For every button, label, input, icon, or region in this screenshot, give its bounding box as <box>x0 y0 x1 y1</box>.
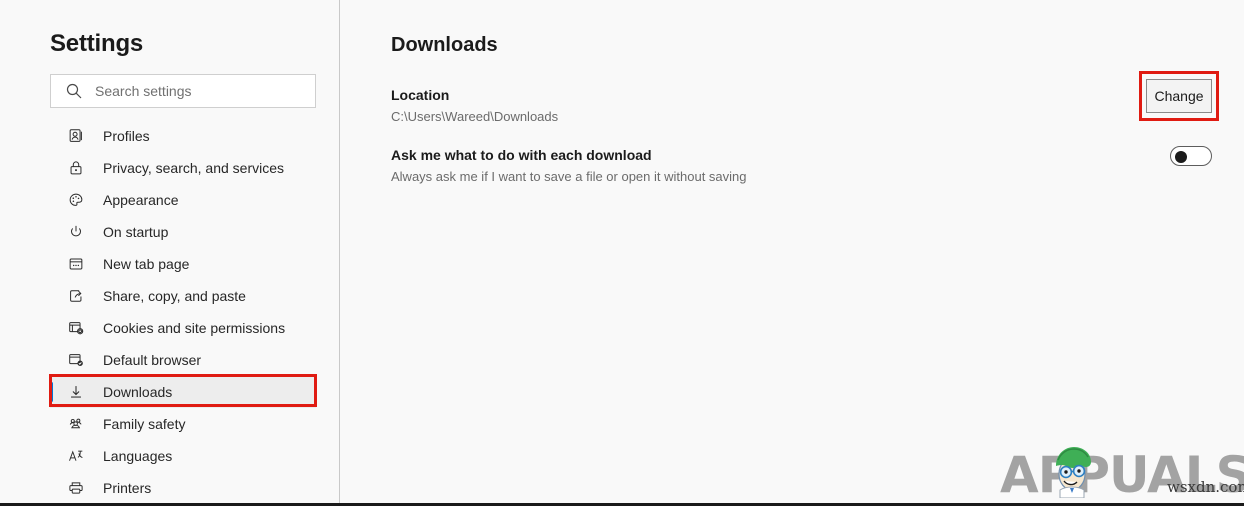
cookies-icon <box>66 318 86 338</box>
sidebar-item-label: Downloads <box>103 384 173 400</box>
sidebar-item-default-browser[interactable]: Default browser <box>0 344 340 376</box>
sidebar-item-on-startup[interactable]: On startup <box>0 216 340 248</box>
sidebar-item-appearance[interactable]: Appearance <box>0 184 340 216</box>
selection-indicator <box>50 382 53 402</box>
family-icon <box>66 414 86 434</box>
change-button[interactable]: Change <box>1146 79 1212 113</box>
search-input[interactable] <box>95 83 295 99</box>
setting-label: Ask me what to do with each download <box>391 147 652 163</box>
search-settings-box[interactable] <box>50 74 316 108</box>
settings-sidebar: Settings Search settings Profiles Privac… <box>0 0 340 503</box>
sidebar-item-share-copy-and-paste[interactable]: Share, copy, and paste <box>0 280 340 312</box>
sidebar-item-label: Languages <box>103 448 173 464</box>
setting-label: Location <box>391 87 450 103</box>
power-icon <box>66 222 86 242</box>
setting-row-location: Location C:\Users\Wareed\Downloads <box>391 86 1201 126</box>
lock-icon <box>66 158 86 178</box>
page-title: Downloads <box>391 34 498 56</box>
sidebar-item-label: Appearance <box>103 192 179 208</box>
sidebar-item-profiles[interactable]: Profiles <box>0 120 340 152</box>
sidebar-item-label: Default browser <box>103 352 202 368</box>
sidebar-item-label: On startup <box>103 224 169 240</box>
wsxdn-watermark: wsxdn.com <box>1167 478 1244 496</box>
sidebar-item-privacy-search-and-services[interactable]: Privacy, search, and services <box>0 152 340 184</box>
new-tab-icon <box>66 254 86 274</box>
sidebar-item-label: Share, copy, and paste <box>103 288 246 304</box>
settings-nav-list: Profiles Privacy, search, and services A… <box>0 120 340 504</box>
sidebar-item-label: Privacy, search, and services <box>103 160 285 176</box>
setting-row-ask-each-download: Ask me what to do with each download Alw… <box>391 146 1201 186</box>
search-icon <box>65 82 83 100</box>
sidebar-item-label: Profiles <box>103 128 150 144</box>
sidebar-item-languages[interactable]: Languages <box>0 440 340 472</box>
default-browser-icon <box>66 350 86 370</box>
share-icon <box>66 286 86 306</box>
page-heading-settings: Settings <box>50 30 144 57</box>
languages-icon <box>66 446 86 466</box>
sidebar-item-label: Cookies and site permissions <box>103 320 286 336</box>
sidebar-item-downloads[interactable]: Downloads <box>0 376 340 408</box>
download-location-path: C:\Users\Wareed\Downloads <box>391 109 559 124</box>
printer-icon <box>66 478 86 498</box>
palette-icon <box>66 190 86 210</box>
sidebar-item-cookies-and-site-permissions[interactable]: Cookies and site permissions <box>0 312 340 344</box>
sidebar-item-new-tab-page[interactable]: New tab page <box>0 248 340 280</box>
ask-each-download-toggle[interactable] <box>1170 146 1212 166</box>
profiles-icon <box>66 126 86 146</box>
setting-description: Always ask me if I want to save a file o… <box>391 169 747 184</box>
settings-window: Settings Search settings Profiles Privac… <box>0 0 1244 506</box>
sidebar-item-label: New tab page <box>103 256 190 272</box>
sidebar-item-printers[interactable]: Printers <box>0 472 340 504</box>
sidebar-item-label: Family safety <box>103 416 186 432</box>
sidebar-item-family-safety[interactable]: Family safety <box>0 408 340 440</box>
download-icon <box>66 382 86 402</box>
settings-content-pane: Downloads Location C:\Users\Wareed\Downl… <box>341 0 1244 503</box>
sidebar-item-label: Printers <box>103 480 152 496</box>
toggle-knob <box>1175 151 1187 163</box>
